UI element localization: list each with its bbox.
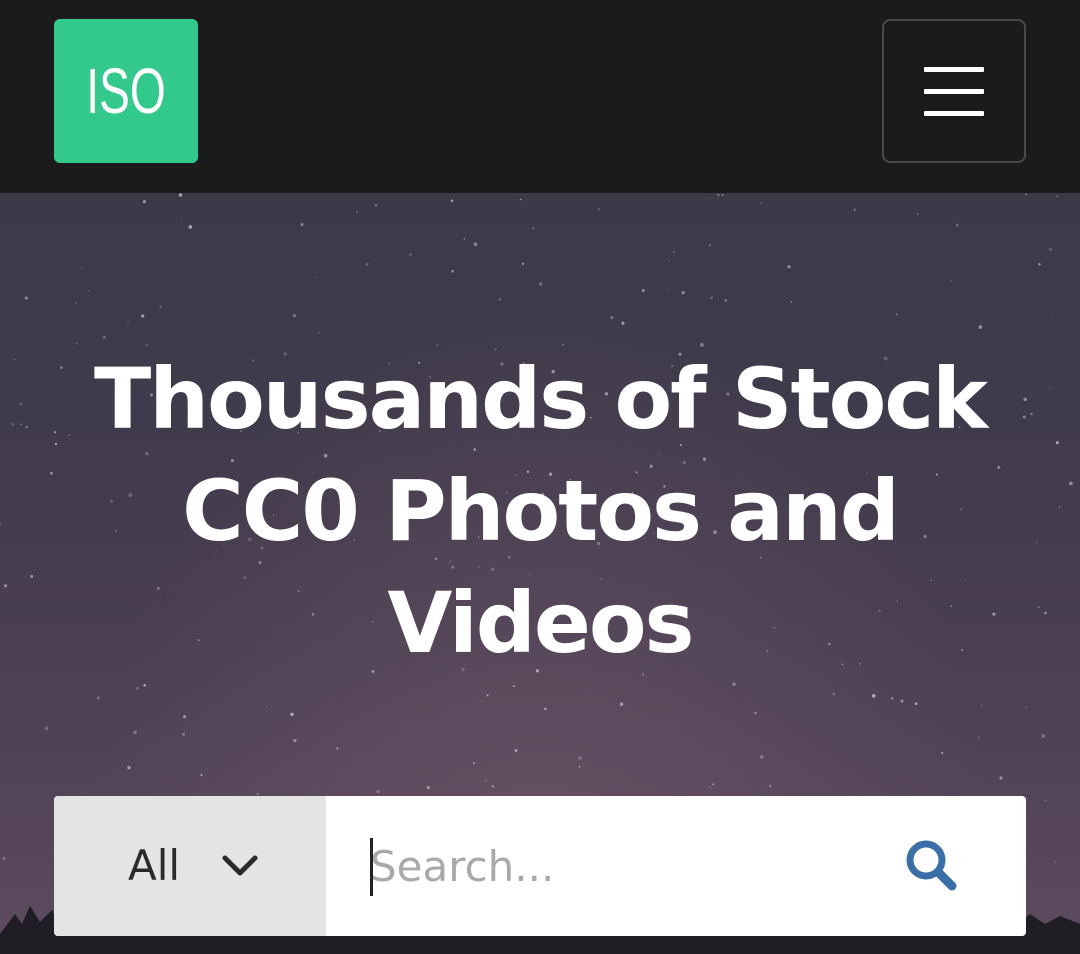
text-cursor — [370, 838, 373, 896]
logo-text: ISO — [86, 55, 166, 127]
site-logo[interactable]: ISO — [54, 19, 198, 163]
search-icon[interactable] — [892, 826, 972, 906]
category-dropdown[interactable]: All — [54, 796, 326, 936]
hero-section: Thousands of Stock CC0 Photos and Videos… — [0, 193, 1080, 954]
chevron-down-icon — [222, 855, 258, 876]
menu-button[interactable] — [882, 19, 1026, 163]
category-selected-label: All — [128, 841, 181, 890]
site-header: ISO — [0, 0, 1080, 193]
search-input[interactable] — [370, 796, 870, 936]
search-bar: All — [54, 796, 1026, 936]
hero-title: Thousands of Stock CC0 Photos and Videos — [94, 350, 988, 672]
page: ISO Thousands of Stock CC0 Photos and Vi… — [0, 0, 1080, 954]
